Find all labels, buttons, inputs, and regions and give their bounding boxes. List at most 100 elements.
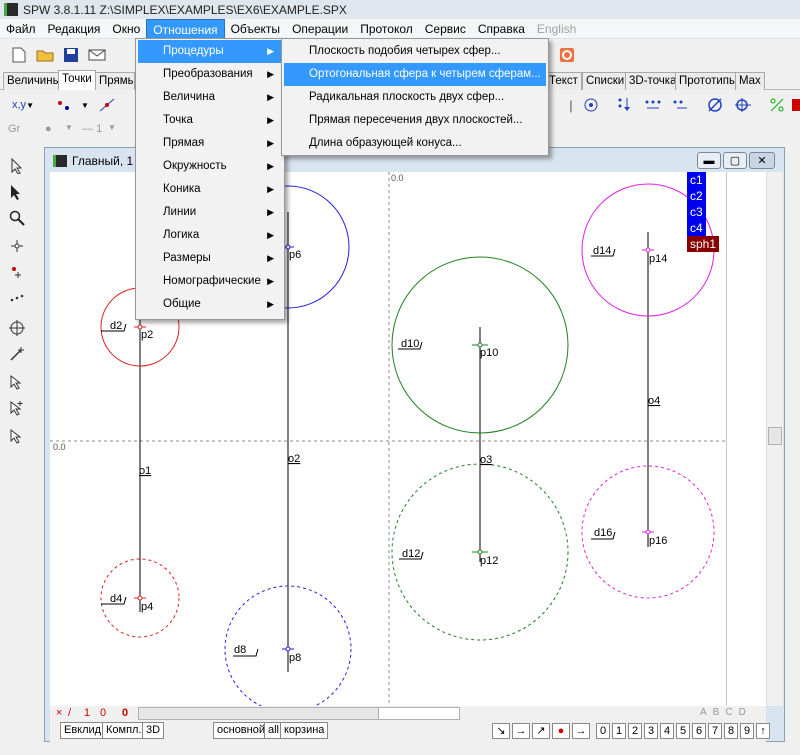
menu-item-procedures[interactable]: Процедуры ▶ — [138, 40, 282, 63]
vertical-scrollbar[interactable] — [766, 172, 783, 706]
menu-help[interactable]: Справка — [472, 19, 531, 39]
menu-item-nomographic[interactable]: Номографические ▶ — [138, 270, 282, 293]
tab-3d[interactable]: 3D — [142, 722, 165, 739]
point-p14[interactable] — [642, 247, 654, 253]
legend-c2[interactable]: c2 — [687, 188, 706, 204]
menu-item-line[interactable]: Прямая ▶ — [138, 132, 282, 155]
menu-item-value[interactable]: Величина ▶ — [138, 86, 282, 109]
legend-c1[interactable]: c1 — [687, 172, 706, 188]
digit-6[interactable]: 6 — [692, 723, 706, 739]
tab-3d-point[interactable]: 3D-точка — [625, 72, 681, 90]
record-button[interactable]: ● — [552, 723, 570, 739]
select-arrow-icon[interactable] — [6, 155, 28, 177]
minimize-button[interactable]: ▬ — [697, 152, 721, 169]
digit-9[interactable]: 9 — [740, 723, 754, 739]
menu-item-orthogonal-sphere[interactable]: Ортогональная сфера к четырем сферам... — [284, 63, 546, 86]
digit-0[interactable]: 0 — [596, 723, 610, 739]
intersection-icon[interactable] — [732, 94, 754, 116]
scroll-up-button[interactable]: ↑ — [756, 723, 770, 739]
menu-item-similarity-plane[interactable]: Плоскость подобия четырех сфер... — [284, 40, 546, 63]
menu-window[interactable]: Окно — [106, 19, 146, 39]
nav-back-button[interactable]: ↘ — [492, 723, 510, 739]
line-point-icon[interactable] — [96, 94, 118, 116]
zoom-icon[interactable] — [6, 207, 28, 229]
dots-icon[interactable] — [6, 287, 28, 309]
point-style-arrow-icon[interactable]: ▼ — [65, 123, 73, 132]
point-p8[interactable] — [282, 646, 294, 652]
dropdown-arrow-icon[interactable]: ▼ — [74, 94, 96, 116]
magic-wand-icon[interactable] — [6, 343, 28, 365]
new-file-icon[interactable] — [8, 44, 30, 66]
save-icon[interactable] — [60, 44, 82, 66]
legend-c4[interactable]: c4 — [687, 220, 706, 236]
circle-point-icon[interactable] — [580, 94, 602, 116]
point-style-icon[interactable]: ● — [45, 123, 52, 135]
tab-lists[interactable]: Списки — [582, 72, 629, 90]
xy-point-button[interactable]: x,y ▼ — [8, 94, 38, 116]
close-button[interactable]: ✕ — [749, 152, 775, 169]
menu-edit[interactable]: Редакция — [42, 19, 107, 39]
menu-item-logic[interactable]: Логика ▶ — [138, 224, 282, 247]
menu-item-transformations[interactable]: Преобразования ▶ — [138, 63, 282, 86]
digit-4[interactable]: 4 — [660, 723, 674, 739]
tab-lines[interactable]: Прямые — [95, 72, 135, 90]
digit-2[interactable]: 2 — [628, 723, 642, 739]
letter-buttons[interactable]: ABCD — [700, 707, 752, 718]
horizontal-scroll-thumb[interactable] — [139, 708, 379, 719]
menu-relations[interactable]: Отношения — [146, 18, 225, 39]
tab-max[interactable]: Max — [735, 72, 765, 90]
nav-fwd-button[interactable]: → — [512, 723, 530, 739]
select-filled-arrow-icon[interactable] — [6, 181, 28, 203]
point-p4[interactable] — [134, 595, 146, 601]
menu-operations[interactable]: Операции — [286, 19, 354, 39]
menu-file[interactable]: Файл — [0, 19, 42, 39]
menu-item-general[interactable]: Общие ▶ — [138, 293, 282, 316]
target-icon[interactable] — [6, 317, 28, 339]
legend-c3[interactable]: c3 — [687, 204, 706, 220]
empty-set-icon[interactable] — [704, 94, 726, 116]
open-folder-icon[interactable] — [34, 44, 56, 66]
menu-item-cone-generatrix[interactable]: Длина образующей конуса... — [284, 132, 546, 155]
counter-delete[interactable]: × — [56, 707, 62, 719]
points-shift-icon[interactable] — [670, 94, 692, 116]
mail-icon[interactable] — [86, 44, 108, 66]
tab-values[interactable]: Величины — [3, 72, 65, 90]
tab-prototypes[interactable]: Прототипы — [675, 72, 742, 90]
horizontal-scrollbar[interactable] — [138, 707, 460, 720]
menu-objects[interactable]: Объекты — [225, 19, 287, 39]
tab-trash[interactable]: корзина — [280, 722, 329, 739]
arrow-cursor-icon[interactable] — [6, 425, 28, 447]
line-width-arrow-icon[interactable]: ▼ — [108, 123, 116, 132]
menu-item-dimensions[interactable]: Размеры ▶ — [138, 247, 282, 270]
tool-orange-icon[interactable] — [556, 44, 578, 66]
more-tools-icon[interactable] — [790, 94, 800, 116]
menu-item-circle[interactable]: Окружность ▶ — [138, 155, 282, 178]
menu-protocol[interactable]: Протокол — [354, 19, 419, 39]
nav-right-button[interactable]: → — [572, 723, 590, 739]
point-tool-icon[interactable] — [52, 94, 74, 116]
points-down-icon[interactable] — [614, 94, 636, 116]
point-p12[interactable] — [472, 549, 488, 555]
percent-icon[interactable] — [766, 94, 788, 116]
tab-points[interactable]: Точки — [58, 70, 96, 90]
digit-3[interactable]: 3 — [644, 723, 658, 739]
line-width-label[interactable]: — 1 — [82, 123, 102, 135]
menu-item-conic[interactable]: Коника ▶ — [138, 178, 282, 201]
maximize-button[interactable]: ▢ — [723, 152, 747, 169]
arrow-pointer-icon[interactable] — [6, 371, 28, 393]
menu-item-radical-plane[interactable]: Радикальная плоскость двух сфер... — [284, 86, 546, 109]
tab-text[interactable]: Текст — [545, 72, 582, 90]
digit-5[interactable]: 5 — [676, 723, 690, 739]
digit-1[interactable]: 1 — [612, 723, 626, 739]
menu-item-lines[interactable]: Линии ▶ — [138, 201, 282, 224]
menu-item-point[interactable]: Точка ▶ — [138, 109, 282, 132]
tab-euclid[interactable]: Евклид — [60, 722, 106, 739]
tab-complex[interactable]: Компл. — [102, 722, 146, 739]
point-p16[interactable] — [642, 529, 654, 535]
legend-sph1[interactable]: sph1 — [687, 236, 720, 252]
nav-diag-button[interactable]: ↗ — [532, 723, 550, 739]
color-point-icon[interactable] — [6, 261, 28, 283]
vertical-scroll-thumb[interactable] — [768, 427, 782, 445]
digit-7[interactable]: 7 — [708, 723, 722, 739]
menu-item-plane-intersection[interactable]: Прямая пересечения двух плоскостей... — [284, 109, 546, 132]
